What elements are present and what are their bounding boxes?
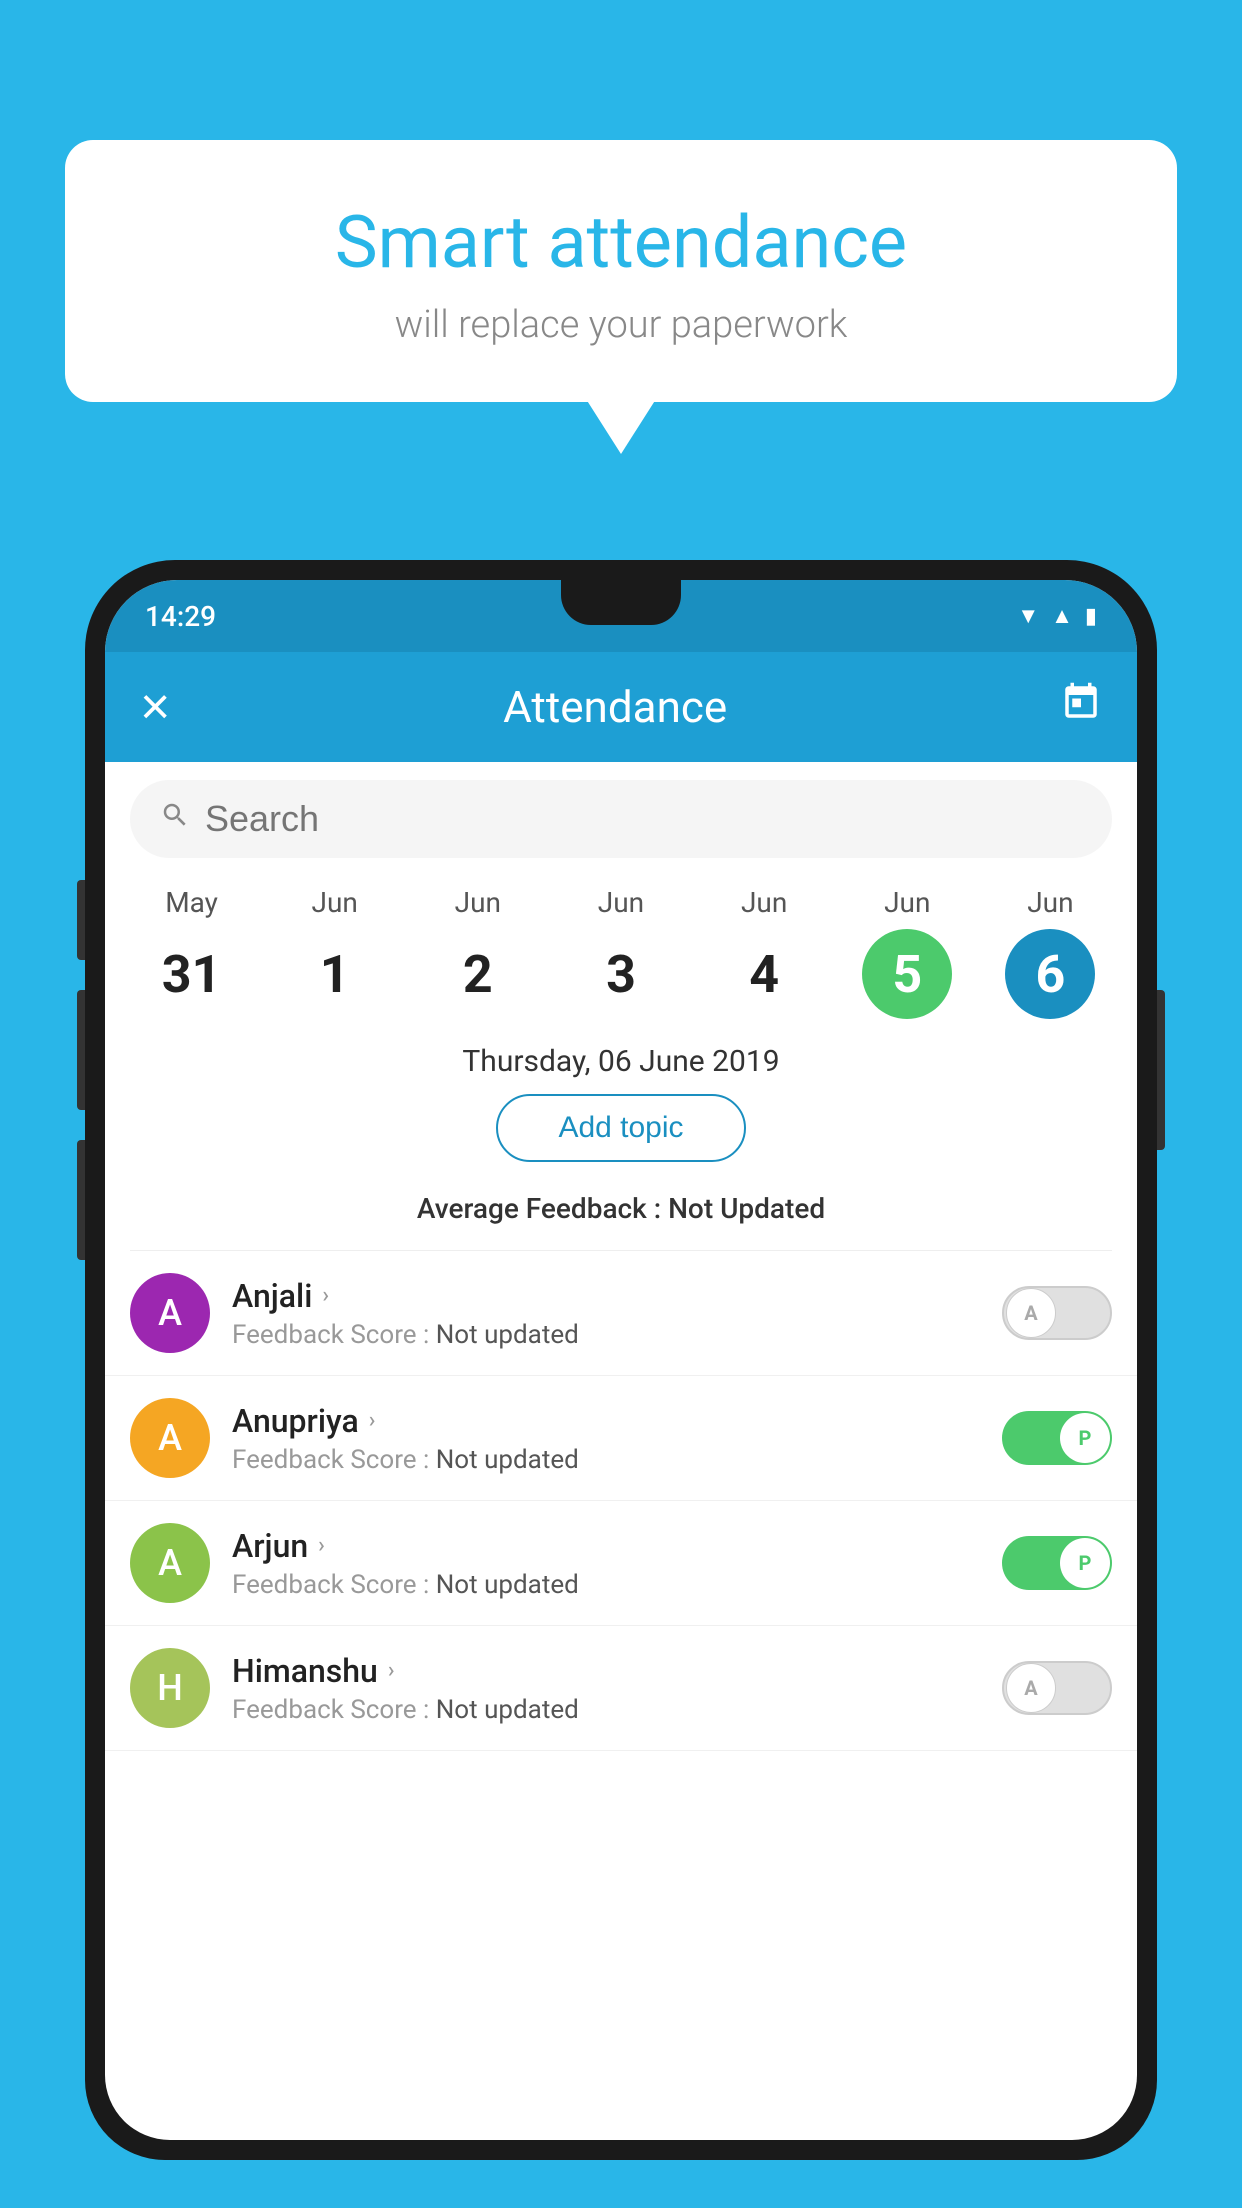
avatar-2: A <box>130 1523 210 1603</box>
chevron-icon-1: › <box>369 1408 376 1433</box>
toggle-thumb-2: P <box>1060 1538 1110 1588</box>
cal-date-0[interactable]: 31 <box>147 929 237 1019</box>
calendar-day-6[interactable]: Jun 6 <box>990 886 1110 1019</box>
calendar-strip: May 31 Jun 1 Jun 2 Jun 3 Jun 4 Jun 5 Jun 6 <box>105 876 1137 1024</box>
feedback-value-2: Not updated <box>436 1570 579 1600</box>
student-info-1: Anupriya › Feedback Score : Not updated <box>232 1402 987 1475</box>
cal-month-4: Jun <box>741 886 787 919</box>
phone-notch <box>561 580 681 625</box>
student-item-0[interactable]: A Anjali › Feedback Score : Not updated A <box>105 1251 1137 1376</box>
chevron-icon-3: › <box>388 1658 395 1683</box>
close-button[interactable]: × <box>140 677 170 737</box>
app-bar: × Attendance <box>105 652 1137 762</box>
student-feedback-1: Feedback Score : Not updated <box>232 1445 987 1475</box>
add-topic-button[interactable]: Add topic <box>496 1094 745 1162</box>
feedback-value-3: Not updated <box>436 1695 579 1725</box>
toggle-container-3[interactable]: A <box>1002 1661 1112 1715</box>
toggle-thumb-1: P <box>1060 1413 1110 1463</box>
toggle-thumb-3: A <box>1006 1663 1056 1713</box>
cal-month-1: Jun <box>312 886 358 919</box>
calendar-day-3[interactable]: Jun 3 <box>561 886 681 1019</box>
student-name-1: Anupriya › <box>232 1402 987 1440</box>
calendar-day-2[interactable]: Jun 2 <box>418 886 538 1019</box>
wifi-icon: ▼ <box>1017 603 1039 629</box>
avg-feedback-label: Average Feedback : <box>417 1192 668 1225</box>
phone-screen: 14:29 ▼ ▲ ▮ × Attendance <box>105 580 1137 2140</box>
calendar-day-4[interactable]: Jun 4 <box>704 886 824 1019</box>
phone-frame: 14:29 ▼ ▲ ▮ × Attendance <box>85 560 1157 2160</box>
speech-bubble: Smart attendance will replace your paper… <box>65 140 1177 402</box>
side-button-power <box>1157 990 1165 1150</box>
avatar-1: A <box>130 1398 210 1478</box>
toggle-container-1[interactable]: P <box>1002 1411 1112 1465</box>
avatar-0: A <box>130 1273 210 1353</box>
student-name-3: Himanshu › <box>232 1652 987 1690</box>
cal-date-5[interactable]: 5 <box>862 929 952 1019</box>
avg-feedback-value: Not Updated <box>668 1192 825 1225</box>
side-button-2 <box>77 990 85 1110</box>
calendar-button[interactable] <box>1060 681 1102 733</box>
attendance-toggle-2[interactable]: P <box>1002 1536 1112 1590</box>
speech-bubble-container: Smart attendance will replace your paper… <box>65 140 1177 402</box>
selected-date-label: Thursday, 06 June 2019 <box>105 1024 1137 1094</box>
cal-month-3: Jun <box>598 886 644 919</box>
feedback-value-0: Not updated <box>436 1320 579 1350</box>
status-icons: ▼ ▲ ▮ <box>1017 603 1097 629</box>
calendar-day-1[interactable]: Jun 1 <box>275 886 395 1019</box>
chevron-icon-0: › <box>322 1283 329 1308</box>
battery-icon: ▮ <box>1085 604 1097 629</box>
student-feedback-3: Feedback Score : Not updated <box>232 1695 987 1725</box>
cal-month-5: Jun <box>884 886 930 919</box>
toggle-container-2[interactable]: P <box>1002 1536 1112 1590</box>
search-icon <box>160 799 190 839</box>
student-feedback-2: Feedback Score : Not updated <box>232 1570 987 1600</box>
signal-icon: ▲ <box>1051 603 1073 629</box>
cal-month-6: Jun <box>1027 886 1073 919</box>
calendar-day-5[interactable]: Jun 5 <box>847 886 967 1019</box>
cal-date-6[interactable]: 6 <box>1005 929 1095 1019</box>
cal-date-4[interactable]: 4 <box>719 929 809 1019</box>
side-button-3 <box>77 1140 85 1260</box>
student-list: AAnjali ›Feedback Score : Not updatedAAA… <box>105 1251 1137 1751</box>
cal-month-0: May <box>165 886 218 919</box>
student-item-3[interactable]: H Himanshu › Feedback Score : Not updated A <box>105 1626 1137 1751</box>
toggle-container-0[interactable]: A <box>1002 1286 1112 1340</box>
student-info-0: Anjali › Feedback Score : Not updated <box>232 1277 987 1350</box>
speech-bubble-title: Smart attendance <box>115 200 1127 285</box>
student-feedback-0: Feedback Score : Not updated <box>232 1320 987 1350</box>
search-bar[interactable] <box>130 780 1112 858</box>
calendar-icon <box>1060 681 1102 723</box>
search-input[interactable] <box>205 798 1082 840</box>
app-bar-title: Attendance <box>503 681 727 733</box>
cal-date-3[interactable]: 3 <box>576 929 666 1019</box>
phone-frame-container: 14:29 ▼ ▲ ▮ × Attendance <box>85 560 1157 2208</box>
student-info-3: Himanshu › Feedback Score : Not updated <box>232 1652 987 1725</box>
student-name-0: Anjali › <box>232 1277 987 1315</box>
attendance-toggle-3[interactable]: A <box>1002 1661 1112 1715</box>
cal-date-1[interactable]: 1 <box>290 929 380 1019</box>
average-feedback: Average Feedback : Not Updated <box>105 1182 1137 1250</box>
cal-date-2[interactable]: 2 <box>433 929 523 1019</box>
student-item-2[interactable]: A Arjun › Feedback Score : Not updated P <box>105 1501 1137 1626</box>
student-name-2: Arjun › <box>232 1527 987 1565</box>
cal-month-2: Jun <box>455 886 501 919</box>
calendar-day-0[interactable]: May 31 <box>132 886 252 1019</box>
attendance-toggle-1[interactable]: P <box>1002 1411 1112 1465</box>
attendance-toggle-0[interactable]: A <box>1002 1286 1112 1340</box>
speech-bubble-subtitle: will replace your paperwork <box>115 303 1127 347</box>
student-info-2: Arjun › Feedback Score : Not updated <box>232 1527 987 1600</box>
avatar-3: H <box>130 1648 210 1728</box>
toggle-thumb-0: A <box>1006 1288 1056 1338</box>
side-button-1 <box>77 880 85 960</box>
status-time: 14:29 <box>145 600 216 633</box>
student-item-1[interactable]: A Anupriya › Feedback Score : Not updated P <box>105 1376 1137 1501</box>
chevron-icon-2: › <box>318 1533 325 1558</box>
feedback-value-1: Not updated <box>436 1445 579 1475</box>
